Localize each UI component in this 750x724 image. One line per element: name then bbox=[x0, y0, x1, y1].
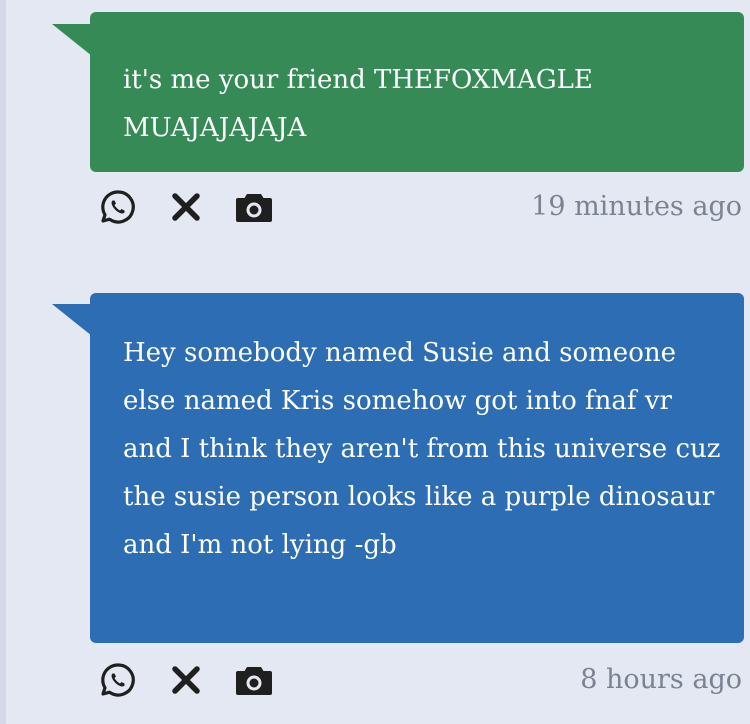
bubble-tail bbox=[52, 304, 92, 336]
message-text: it's me your friend THEFOXMAGLE MUAJAJAJ… bbox=[123, 65, 593, 143]
share-x-button[interactable] bbox=[164, 185, 208, 229]
camera-icon bbox=[236, 667, 272, 695]
whatsapp-icon bbox=[101, 663, 135, 697]
share-whatsapp-button[interactable] bbox=[96, 185, 140, 229]
message-bubble: Hey somebody named Susie and someone els… bbox=[90, 293, 744, 643]
message-timestamp: 19 minutes ago bbox=[531, 191, 742, 222]
message-actions bbox=[96, 185, 300, 229]
camera-icon bbox=[236, 194, 272, 222]
whatsapp-icon bbox=[101, 190, 135, 224]
message-text: Hey somebody named Susie and someone els… bbox=[123, 338, 721, 560]
share-x-button[interactable] bbox=[164, 658, 208, 702]
left-border-strip bbox=[0, 0, 6, 724]
x-icon bbox=[172, 666, 200, 694]
share-whatsapp-button[interactable] bbox=[96, 658, 140, 702]
x-icon bbox=[172, 193, 200, 221]
message-bubble: it's me your friend THEFOXMAGLE MUAJAJAJ… bbox=[90, 12, 744, 172]
share-camera-button[interactable] bbox=[232, 658, 276, 702]
message-actions bbox=[96, 658, 300, 702]
message-timestamp: 8 hours ago bbox=[580, 664, 742, 695]
bubble-tail bbox=[52, 24, 92, 56]
share-camera-button[interactable] bbox=[232, 185, 276, 229]
